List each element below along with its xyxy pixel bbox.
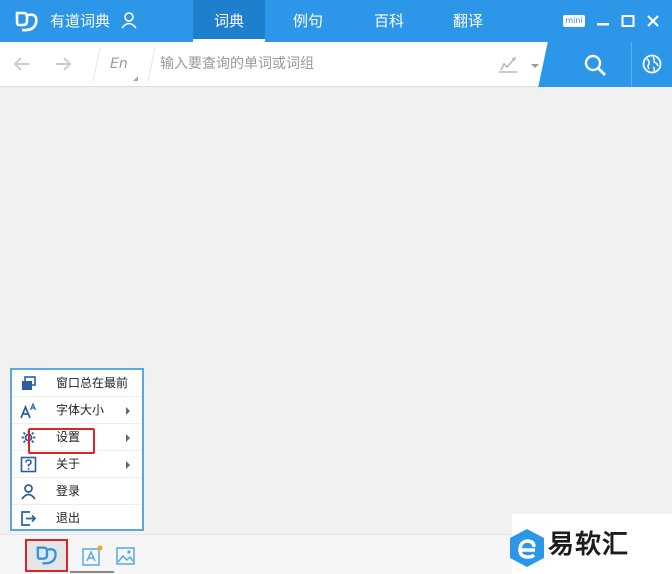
menu-item-label: 退出 <box>56 511 81 525</box>
menu-item-label: 字体大小 <box>56 403 105 417</box>
image-translate-icon[interactable] <box>115 545 137 567</box>
language-selector[interactable]: En <box>110 56 128 72</box>
mini-mode-button[interactable]: mini <box>563 15 585 27</box>
menu-item-about[interactable]: 关于 <box>12 451 142 478</box>
handwriting-dropdown-icon[interactable] <box>531 64 539 68</box>
tab-examples[interactable]: 例句 <box>272 0 344 42</box>
window-stack-icon <box>22 376 36 390</box>
context-menu: 窗口总在最前 字体大小 设置 关于 登录 退出 <box>10 368 144 531</box>
handwriting-icon[interactable] <box>497 55 519 75</box>
menu-item-label: 登录 <box>56 484 81 498</box>
watermark-text: 易软汇 <box>548 530 630 560</box>
user-icon[interactable] <box>120 11 138 29</box>
menu-item-font-size[interactable]: 字体大小 <box>12 397 142 424</box>
menu-item-settings[interactable]: 设置 <box>12 424 142 451</box>
font-size-icon <box>20 402 37 419</box>
main-menu-button[interactable] <box>25 539 68 572</box>
search-icon <box>584 54 606 76</box>
maximize-icon[interactable] <box>621 12 635 30</box>
menu-item-label: 窗口总在最前 <box>56 376 129 390</box>
divider <box>70 571 114 573</box>
globe-icon <box>642 54 662 74</box>
tab-translate[interactable]: 翻译 <box>432 0 504 42</box>
search-input[interactable] <box>160 51 480 77</box>
tab-encyclopedia[interactable]: 百科 <box>353 0 425 42</box>
exit-icon <box>21 511 37 526</box>
close-icon[interactable] <box>646 12 660 30</box>
web-translate-button[interactable] <box>631 42 672 87</box>
divider <box>92 48 101 81</box>
submenu-arrow-icon <box>126 407 130 415</box>
submenu-arrow-icon <box>126 461 130 469</box>
user-icon <box>21 484 36 500</box>
search-button[interactable] <box>553 42 631 87</box>
back-arrow-icon[interactable] <box>13 55 31 73</box>
title-bar: 有道词典 词典 例句 百科 翻译 mini <box>0 0 672 42</box>
youdao-menu-icon <box>36 546 57 565</box>
submenu-arrow-icon <box>126 434 130 442</box>
menu-item-label: 设置 <box>56 430 81 444</box>
menu-item-label: 关于 <box>56 457 81 471</box>
settings-icon <box>21 430 36 445</box>
menu-item-login[interactable]: 登录 <box>12 478 142 505</box>
menu-item-always-on-top[interactable]: 窗口总在最前 <box>12 370 142 397</box>
tab-dictionary[interactable]: 词典 <box>193 0 265 42</box>
divider <box>147 48 156 81</box>
watermark-logo-icon <box>510 529 544 567</box>
language-dropdown-icon[interactable] <box>133 76 138 81</box>
menu-item-exit[interactable]: 退出 <box>12 505 142 532</box>
help-icon <box>20 456 37 473</box>
search-bar: En <box>0 42 672 87</box>
forward-arrow-icon[interactable] <box>54 55 72 73</box>
word-card-icon[interactable] <box>81 545 103 567</box>
minimize-icon[interactable] <box>596 12 610 30</box>
youdao-logo-icon <box>15 11 38 32</box>
app-title: 有道词典 <box>50 12 111 30</box>
